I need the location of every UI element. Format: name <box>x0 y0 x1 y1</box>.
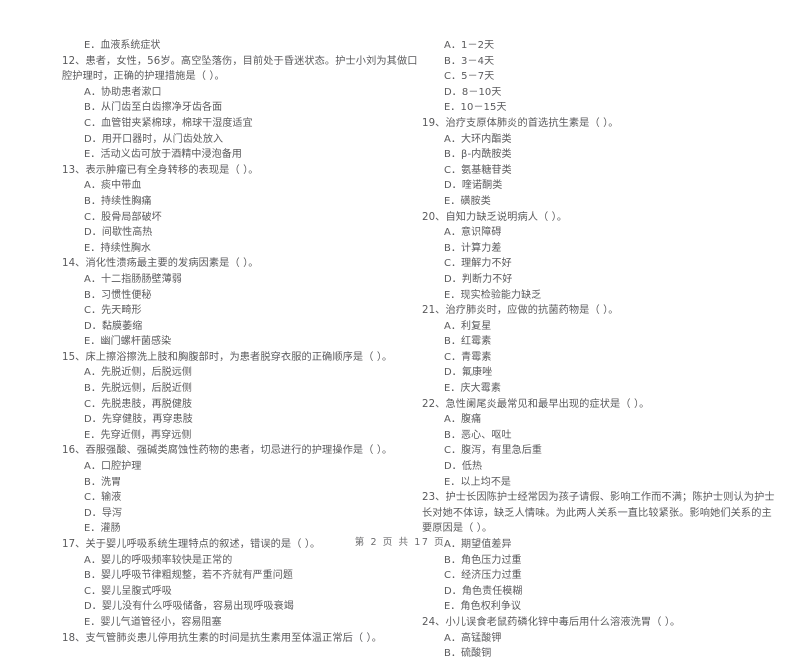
question-stem: 12、患者，女性，56岁。高空坠落伤，目前处于昏迷状态。护士小刘为其做口腔护理时… <box>62 55 418 83</box>
option-d[interactable]: D．低热 <box>422 459 782 475</box>
option-b[interactable]: B．β-内酰胺类 <box>422 147 782 163</box>
option-d[interactable]: D．间歇性高热 <box>62 225 422 241</box>
question-stem: 19、治疗支原体肺炎的首选抗生素是（ ）。 <box>422 117 619 129</box>
option-a[interactable]: A．十二指肠肠壁薄弱 <box>62 272 422 288</box>
option-e[interactable]: E．庆大霉素 <box>422 381 782 397</box>
option-e[interactable]: E．婴儿气道管径小，容易阻塞 <box>62 615 422 631</box>
question-stem: 15、床上擦浴擦洗上肢和胸腹部时，为患者脱穿衣服的正确顺序是（ ）。 <box>62 351 393 363</box>
option-a[interactable]: A．痰中带血 <box>62 178 422 194</box>
option-a[interactable]: A．口腔护理 <box>62 459 422 475</box>
question-18: 18、支气管肺炎患儿停用抗生素的时间是抗生素用至体温正常后（ ）。 <box>62 631 422 647</box>
question-stem: 14、消化性溃疡最主要的发病因素是（ ）。 <box>62 258 259 270</box>
question-stem: 21、治疗肺炎时，应做的抗菌药物是（ ）。 <box>422 305 619 317</box>
option-c[interactable]: C．氨基糖苷类 <box>422 163 782 179</box>
option-e[interactable]: E．角色权利争议 <box>422 599 782 615</box>
question-21: 21、治疗肺炎时，应做的抗菌药物是（ ）。 A．利复星 B．红霉素 C．青霉素 … <box>422 303 782 397</box>
question-stem: 24、小儿误食老鼠药磷化锌中毒后用什么溶液洗胃（ ）。 <box>422 616 681 628</box>
option-c[interactable]: C．股骨局部破坏 <box>62 210 422 226</box>
question-24: 24、小儿误食老鼠药磷化锌中毒后用什么溶液洗胃（ ）。 A．高锰酸钾 B．硫酸铜 <box>422 615 782 662</box>
option-d[interactable]: D．黏膜萎缩 <box>62 319 422 335</box>
continued-option-d[interactable]: D．8－10天 <box>422 85 782 101</box>
option-c[interactable]: C．婴儿呈腹式呼吸 <box>62 584 422 600</box>
option-b[interactable]: B．角色压力过重 <box>422 553 782 569</box>
option-d[interactable]: D．角色责任模糊 <box>422 584 782 600</box>
option-d[interactable]: D．婴儿没有什么呼吸储备，容易出现呼吸衰竭 <box>62 599 422 615</box>
continued-option-c[interactable]: C．5－7天 <box>422 69 782 85</box>
option-e[interactable]: E．磺胺类 <box>422 194 782 210</box>
two-column-layout: E．血液系统症状 12、患者，女性，56岁。高空坠落伤，目前处于昏迷状态。护士小… <box>62 38 775 659</box>
option-a[interactable]: A．协助患者漱口 <box>62 85 422 101</box>
option-b[interactable]: B．婴儿呼吸节律粗规整，若不齐就有严重问题 <box>62 568 422 584</box>
option-e[interactable]: E．活动义齿可放于酒精中浸泡备用 <box>62 147 422 163</box>
question-19: 19、治疗支原体肺炎的首选抗生素是（ ）。 A．大环内酯类 B．β-内酰胺类 C… <box>422 116 782 210</box>
question-stem: 13、表示肿瘤已有全身转移的表现是（ ）。 <box>62 164 259 176</box>
option-e[interactable]: E．现实检验能力缺乏 <box>422 288 782 304</box>
right-column: A．1－2天 B．3－4天 C．5－7天 D．8－10天 E．10－15天 19… <box>422 38 782 659</box>
question-20: 20、自知力缺乏说明病人（ ）。 A．意识障碍 B．计算力差 C．理解力不好 D… <box>422 210 782 304</box>
option-a[interactable]: A．利复星 <box>422 319 782 335</box>
question-stem: 22、急性阑尾炎最常见和最早出现的症状是（ ）。 <box>422 398 650 410</box>
question-15: 15、床上擦浴擦洗上肢和胸腹部时，为患者脱穿衣服的正确顺序是（ ）。 A．先脱近… <box>62 350 422 444</box>
option-e[interactable]: E．幽门螺杆菌感染 <box>62 334 422 350</box>
option-b[interactable]: B．洗胃 <box>62 475 422 491</box>
option-c[interactable]: C．青霉素 <box>422 350 782 366</box>
continued-option-a[interactable]: A．1－2天 <box>422 38 782 54</box>
exam-page: E．血液系统症状 12、患者，女性，56岁。高空坠落伤，目前处于昏迷状态。护士小… <box>0 0 800 659</box>
question-stem: 18、支气管肺炎患儿停用抗生素的时间是抗生素用至体温正常后（ ）。 <box>62 632 383 644</box>
option-b[interactable]: B．从门齿至白齿擦净牙齿各面 <box>62 100 422 116</box>
option-b[interactable]: B．先脱远侧，后脱近侧 <box>62 381 422 397</box>
option-a[interactable]: A．意识障碍 <box>422 225 782 241</box>
question-14: 14、消化性溃疡最主要的发病因素是（ ）。 A．十二指肠肠壁薄弱 B．习惯性便秘… <box>62 256 422 350</box>
option-a[interactable]: A．大环内酯类 <box>422 132 782 148</box>
option-e[interactable]: E．以上均不是 <box>422 475 782 491</box>
option-a[interactable]: A．腹痛 <box>422 412 782 428</box>
continued-option-b[interactable]: B．3－4天 <box>422 54 782 70</box>
option-c[interactable]: C．先脱患肢，再脱健肢 <box>62 397 422 413</box>
option-a[interactable]: A．高锰酸钾 <box>422 631 782 647</box>
option-d[interactable]: D．导泻 <box>62 506 422 522</box>
option-d[interactable]: D．喹诺酮类 <box>422 178 782 194</box>
option-b[interactable]: B．习惯性便秘 <box>62 288 422 304</box>
option-a[interactable]: A．先脱近侧，后脱远侧 <box>62 365 422 381</box>
option-a[interactable]: A．婴儿的呼吸频率较快是正常的 <box>62 553 422 569</box>
question-stem: 16、吞服强酸、强碱类腐蚀性药物的患者，切忌进行的护理操作是（ ）。 <box>62 445 393 457</box>
option-c[interactable]: C．理解力不好 <box>422 256 782 272</box>
option-e[interactable]: E．先穿近侧，再穿远侧 <box>62 428 422 444</box>
continued-option-e: E．血液系统症状 <box>84 40 161 51</box>
question-12: 12、患者，女性，56岁。高空坠落伤，目前处于昏迷状态。护士小刘为其做口腔护理时… <box>62 54 422 163</box>
question-stem: 23、护士长因陈护士经常因为孩子请假、影响工作而不满；陈护士则认为护士长对她不体… <box>422 492 775 535</box>
question-16: 16、吞服强酸、强碱类腐蚀性药物的患者，切忌进行的护理操作是（ ）。 A．口腔护… <box>62 443 422 537</box>
option-d[interactable]: D．用开口器时，从门齿处放入 <box>62 132 422 148</box>
option-c[interactable]: C．输液 <box>62 490 422 506</box>
option-d[interactable]: D．氟康唑 <box>422 365 782 381</box>
option-c[interactable]: C．经济压力过重 <box>422 568 782 584</box>
question-17: 17、关于婴儿呼吸系统生理特点的叙述，错误的是（ ）。 A．婴儿的呼吸频率较快是… <box>62 537 422 631</box>
question-13: 13、表示肿瘤已有全身转移的表现是（ ）。 A．痰中带血 B．持续性胸痛 C．股… <box>62 163 422 257</box>
continued-option-e[interactable]: E．10－15天 <box>422 100 782 116</box>
option-b[interactable]: B．持续性胸痛 <box>62 194 422 210</box>
option-c[interactable]: C．血管钳夹紧棉球，棉球干湿度适宜 <box>62 116 422 132</box>
option-d[interactable]: D．先穿健肢，再穿患肢 <box>62 412 422 428</box>
option-b[interactable]: B．计算力差 <box>422 241 782 257</box>
option-e[interactable]: E．持续性胸水 <box>62 241 422 257</box>
left-column: E．血液系统症状 12、患者，女性，56岁。高空坠落伤，目前处于昏迷状态。护士小… <box>62 38 422 644</box>
question-stem: 20、自知力缺乏说明病人（ ）。 <box>422 211 568 223</box>
option-c[interactable]: C．腹泻，有里急后重 <box>422 443 782 459</box>
question-23: 23、护士长因陈护士经常因为孩子请假、影响工作而不满；陈护士则认为护士长对她不体… <box>422 490 782 615</box>
option-c[interactable]: C．先天畸形 <box>62 303 422 319</box>
option-d[interactable]: D．判断力不好 <box>422 272 782 288</box>
question-22: 22、急性阑尾炎最常见和最早出现的症状是（ ）。 A．腹痛 B．恶心、呕吐 C．… <box>422 397 782 491</box>
page-footer: 第 2 页 共 17 页 <box>354 537 446 548</box>
option-b[interactable]: B．恶心、呕吐 <box>422 428 782 444</box>
option-b[interactable]: B．硫酸铜 <box>422 646 782 662</box>
option-b[interactable]: B．红霉素 <box>422 334 782 350</box>
